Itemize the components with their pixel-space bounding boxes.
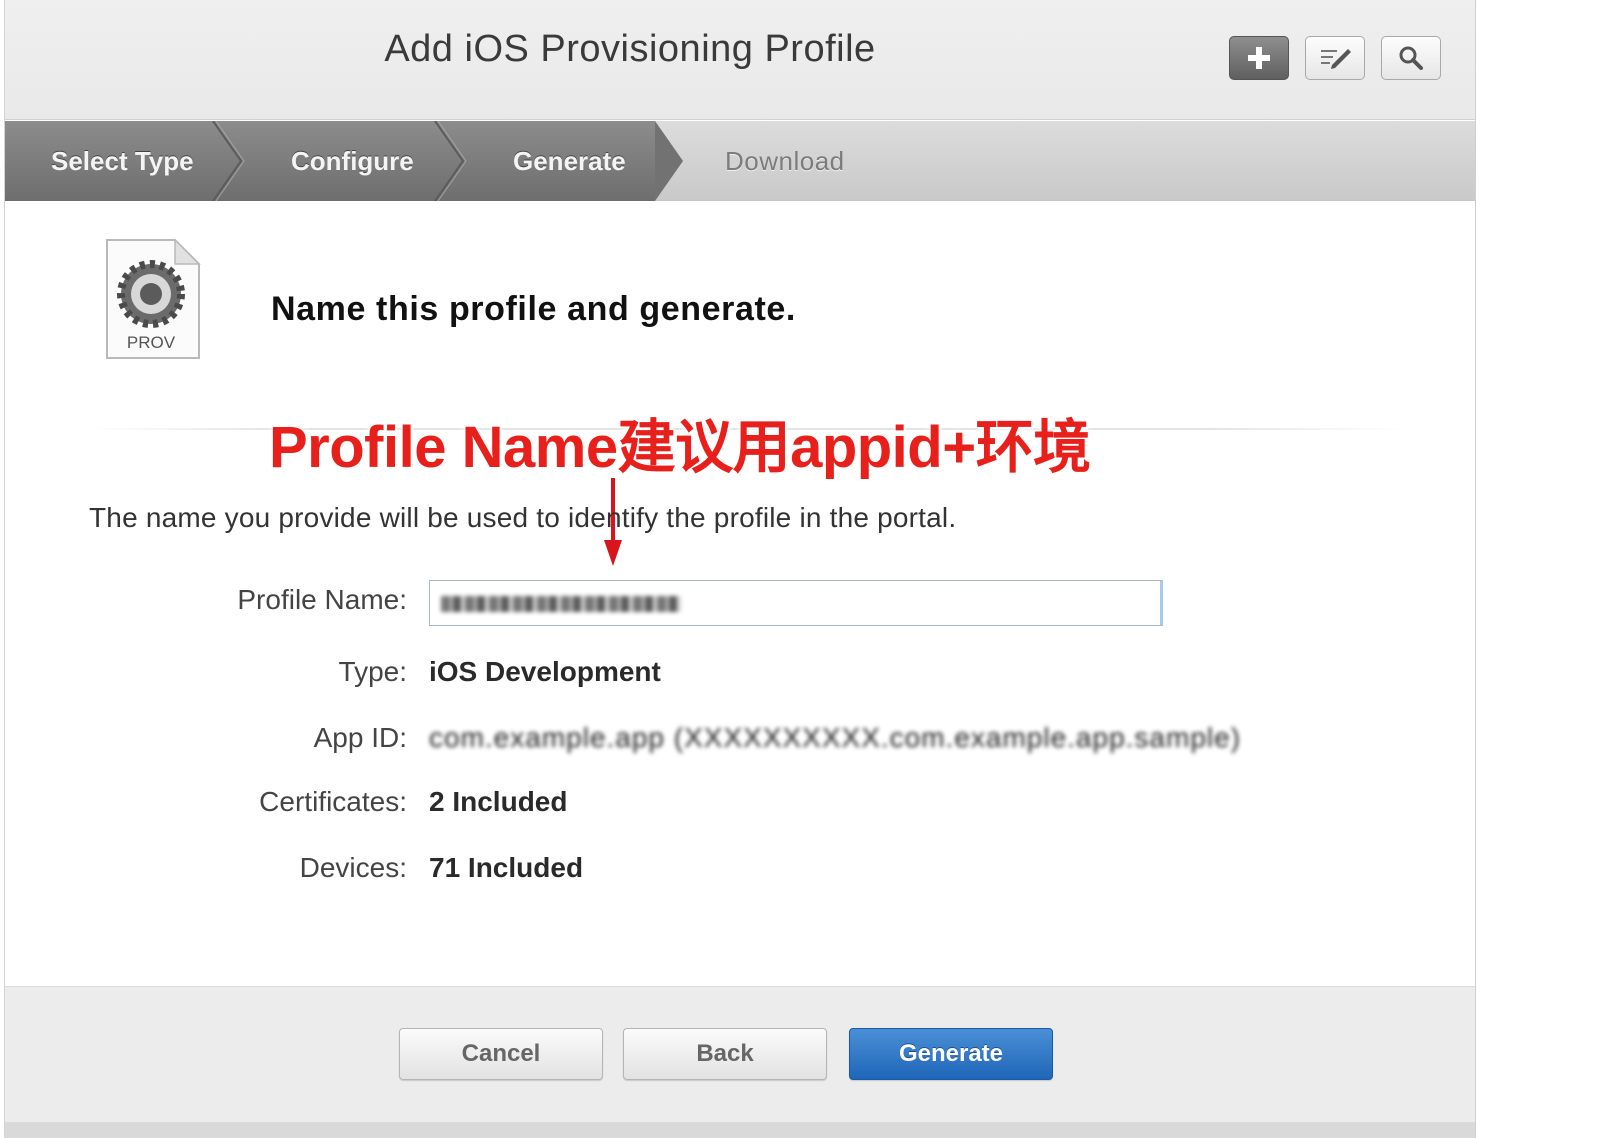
step-download: Download bbox=[725, 146, 845, 176]
profile-name-redacted-value bbox=[441, 596, 681, 612]
devices-value: 71 Included bbox=[429, 852, 584, 883]
search-icon bbox=[1399, 46, 1423, 70]
back-button[interactable]: Back bbox=[623, 1028, 827, 1080]
plus-icon bbox=[1248, 47, 1270, 69]
certificates-label: Certificates: bbox=[259, 786, 407, 817]
profile-name-label: Profile Name: bbox=[237, 584, 407, 615]
app-id-label: App ID: bbox=[313, 722, 407, 753]
annotation-callout: Profile Name建议用appid+环境 bbox=[269, 415, 1091, 480]
description-text: The name you provide will be used to ide… bbox=[89, 502, 957, 533]
step-generate: Generate bbox=[513, 146, 626, 176]
type-label: Type: bbox=[338, 656, 407, 687]
generate-button[interactable]: Generate bbox=[849, 1028, 1053, 1080]
certificates-value: 2 Included bbox=[429, 786, 568, 817]
page-frame: Add iOS Provisioning Profile Select Type… bbox=[0, 0, 1600, 1138]
edit-icon bbox=[1321, 49, 1351, 69]
header-bar: Add iOS Provisioning Profile bbox=[5, 0, 1475, 120]
step-select-type[interactable]: Select Type bbox=[51, 121, 194, 201]
step-separator-icon bbox=[434, 121, 467, 201]
provisioning-profile-icon: PROV bbox=[106, 238, 201, 359]
current-step-arrow-icon bbox=[655, 121, 683, 201]
devices-label: Devices: bbox=[299, 852, 407, 883]
edit-button[interactable] bbox=[1305, 36, 1365, 80]
search-button[interactable] bbox=[1381, 36, 1441, 80]
prov-icon-label: PROV bbox=[127, 333, 176, 352]
cancel-button[interactable]: Cancel bbox=[399, 1028, 603, 1080]
step-progress-bar: Select Type Configure Generate Download bbox=[5, 121, 1475, 201]
footer-edge bbox=[5, 1122, 1475, 1138]
main-panel: Add iOS Provisioning Profile Select Type… bbox=[4, 0, 1476, 1138]
type-value: iOS Development bbox=[429, 656, 661, 687]
section-heading: Name this profile and generate. bbox=[271, 290, 796, 328]
add-button[interactable] bbox=[1229, 36, 1289, 80]
step-configure[interactable]: Configure bbox=[291, 121, 414, 201]
step-separator-icon bbox=[212, 121, 245, 201]
page-title: Add iOS Provisioning Profile bbox=[384, 28, 876, 70]
app-id-value: com.example.app (XXXXXXXXXX.com.example.… bbox=[429, 722, 1242, 753]
